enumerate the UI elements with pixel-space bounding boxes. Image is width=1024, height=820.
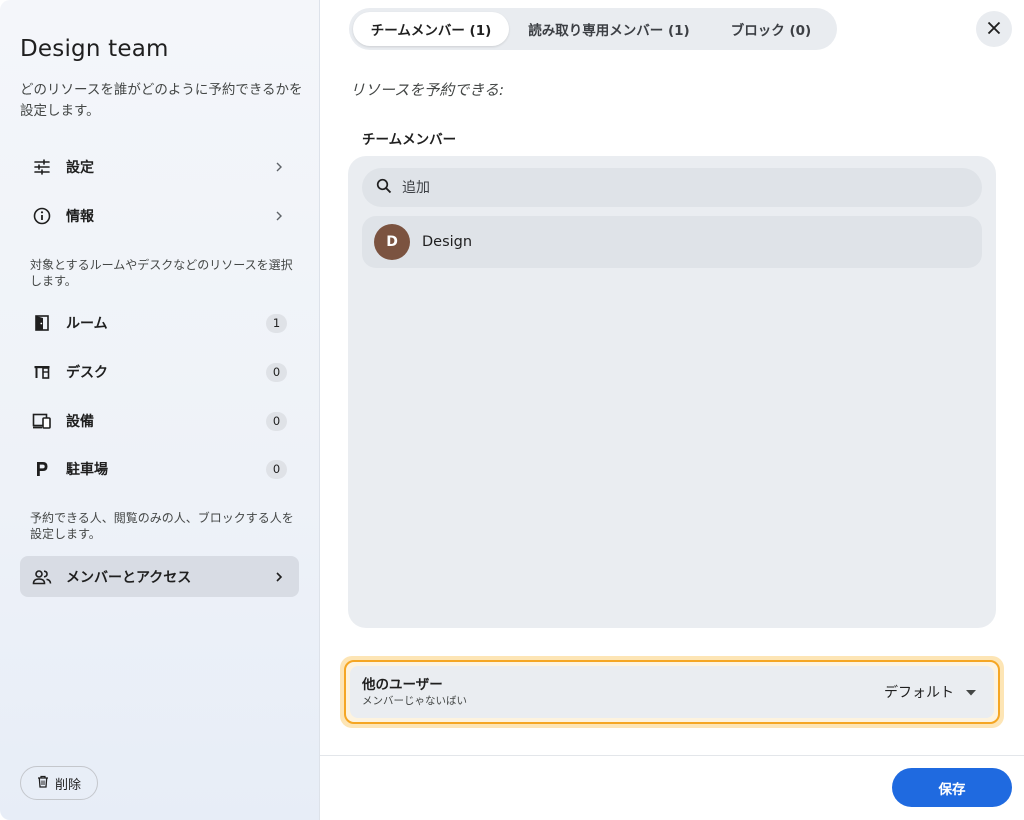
access-hint: 予約できる人、閲覧のみの人、ブロックする人を設定します。 bbox=[30, 511, 294, 541]
delete-label: 削除 bbox=[54, 777, 81, 793]
member-row[interactable]: D Design bbox=[362, 216, 982, 268]
other-users-subtitle: メンバーじゃないばい bbox=[362, 695, 467, 707]
page-subtitle: リソースを予約できる: bbox=[350, 81, 505, 99]
dialog: Design team どのリソースを誰がどのように予約できるかを設定します。 … bbox=[0, 0, 1024, 820]
sidebar-item-equipment[interactable]: 設備 0 bbox=[20, 400, 299, 442]
tab-team-members[interactable]: チームメンバー (1) bbox=[353, 12, 509, 46]
other-users-title: 他のユーザー bbox=[362, 677, 443, 693]
sidebar-item-settings[interactable]: 設定 bbox=[20, 146, 299, 188]
devices-icon bbox=[32, 411, 52, 431]
sidebar-item-label: ルーム bbox=[66, 316, 108, 332]
sidebar-description: どのリソースを誰がどのように予約できるかを設定します。 bbox=[20, 82, 303, 119]
sidebar-item-label: 設定 bbox=[66, 160, 94, 176]
dropdown-arrow-icon bbox=[966, 684, 976, 700]
sidebar-item-label: 設備 bbox=[66, 414, 94, 430]
chevron-right-icon bbox=[271, 159, 287, 175]
other-users-text: 他のユーザー メンバーじゃないばい bbox=[362, 676, 884, 708]
footer-divider bbox=[320, 755, 1024, 756]
resources-hint: 対象とするルームやデスクなどのリソースを選択します。 bbox=[30, 258, 293, 288]
close-icon bbox=[987, 20, 1001, 39]
count-badge: 1 bbox=[266, 313, 287, 333]
member-name: Design bbox=[422, 234, 473, 250]
other-users-highlight: 他のユーザー メンバーじゃないばい デフォルト bbox=[340, 656, 1004, 728]
tab-blocked[interactable]: ブロック (0) bbox=[709, 12, 833, 46]
sidebar-item-label: 駐車場 bbox=[66, 462, 108, 478]
trash-icon bbox=[37, 775, 49, 792]
sidebar-item-parking[interactable]: 駐車場 0 bbox=[20, 448, 299, 490]
door-icon bbox=[32, 313, 52, 333]
sidebar-item-label: メンバーとアクセス bbox=[66, 569, 192, 586]
other-users-card: 他のユーザー メンバーじゃないばい デフォルト bbox=[344, 660, 1000, 724]
people-icon bbox=[32, 567, 52, 587]
sidebar-item-members-access[interactable]: メンバーとアクセス bbox=[20, 556, 299, 597]
avatar: D bbox=[374, 224, 410, 260]
parking-icon bbox=[32, 459, 52, 479]
other-users-row[interactable]: 他のユーザー メンバーじゃないばい デフォルト bbox=[350, 666, 994, 718]
count-badge: 0 bbox=[266, 362, 287, 382]
tab-read-only-members[interactable]: 読み取り専用メンバー (1) bbox=[509, 12, 709, 46]
sidebar-item-label: 情報 bbox=[66, 209, 94, 225]
count-badge: 0 bbox=[266, 411, 287, 431]
sidebar-item-rooms[interactable]: ルーム 1 bbox=[20, 302, 299, 344]
search-box[interactable] bbox=[362, 168, 982, 207]
sidebar-item-label: デスク bbox=[66, 365, 108, 381]
sidebar: Design team どのリソースを誰がどのように予約できるかを設定します。 … bbox=[0, 0, 320, 820]
role-value: デフォルト bbox=[884, 685, 954, 701]
section-title: チームメンバー bbox=[362, 132, 457, 148]
sidebar-item-info[interactable]: 情報 bbox=[20, 195, 299, 237]
sidebar-title: Design team bbox=[20, 36, 169, 62]
close-button[interactable] bbox=[976, 11, 1012, 47]
chevron-right-icon bbox=[271, 208, 287, 224]
tune-icon bbox=[32, 157, 52, 177]
tab-bar: チームメンバー (1) 読み取り専用メンバー (1) ブロック (0) bbox=[349, 8, 837, 50]
count-badge: 0 bbox=[266, 459, 287, 479]
chevron-right-icon bbox=[271, 569, 287, 585]
sidebar-item-desks[interactable]: デスク 0 bbox=[20, 351, 299, 393]
search-input[interactable] bbox=[400, 178, 960, 197]
delete-button[interactable]: 削除 bbox=[20, 766, 98, 800]
main-panel: チームメンバー (1) 読み取り専用メンバー (1) ブロック (0) リソース… bbox=[320, 0, 1024, 820]
info-icon bbox=[32, 206, 52, 226]
member-panel: D Design bbox=[348, 156, 996, 628]
search-icon bbox=[376, 178, 392, 198]
desk-icon bbox=[32, 362, 52, 382]
role-dropdown[interactable]: デフォルト bbox=[884, 682, 982, 702]
save-button[interactable]: 保存 bbox=[892, 768, 1012, 807]
